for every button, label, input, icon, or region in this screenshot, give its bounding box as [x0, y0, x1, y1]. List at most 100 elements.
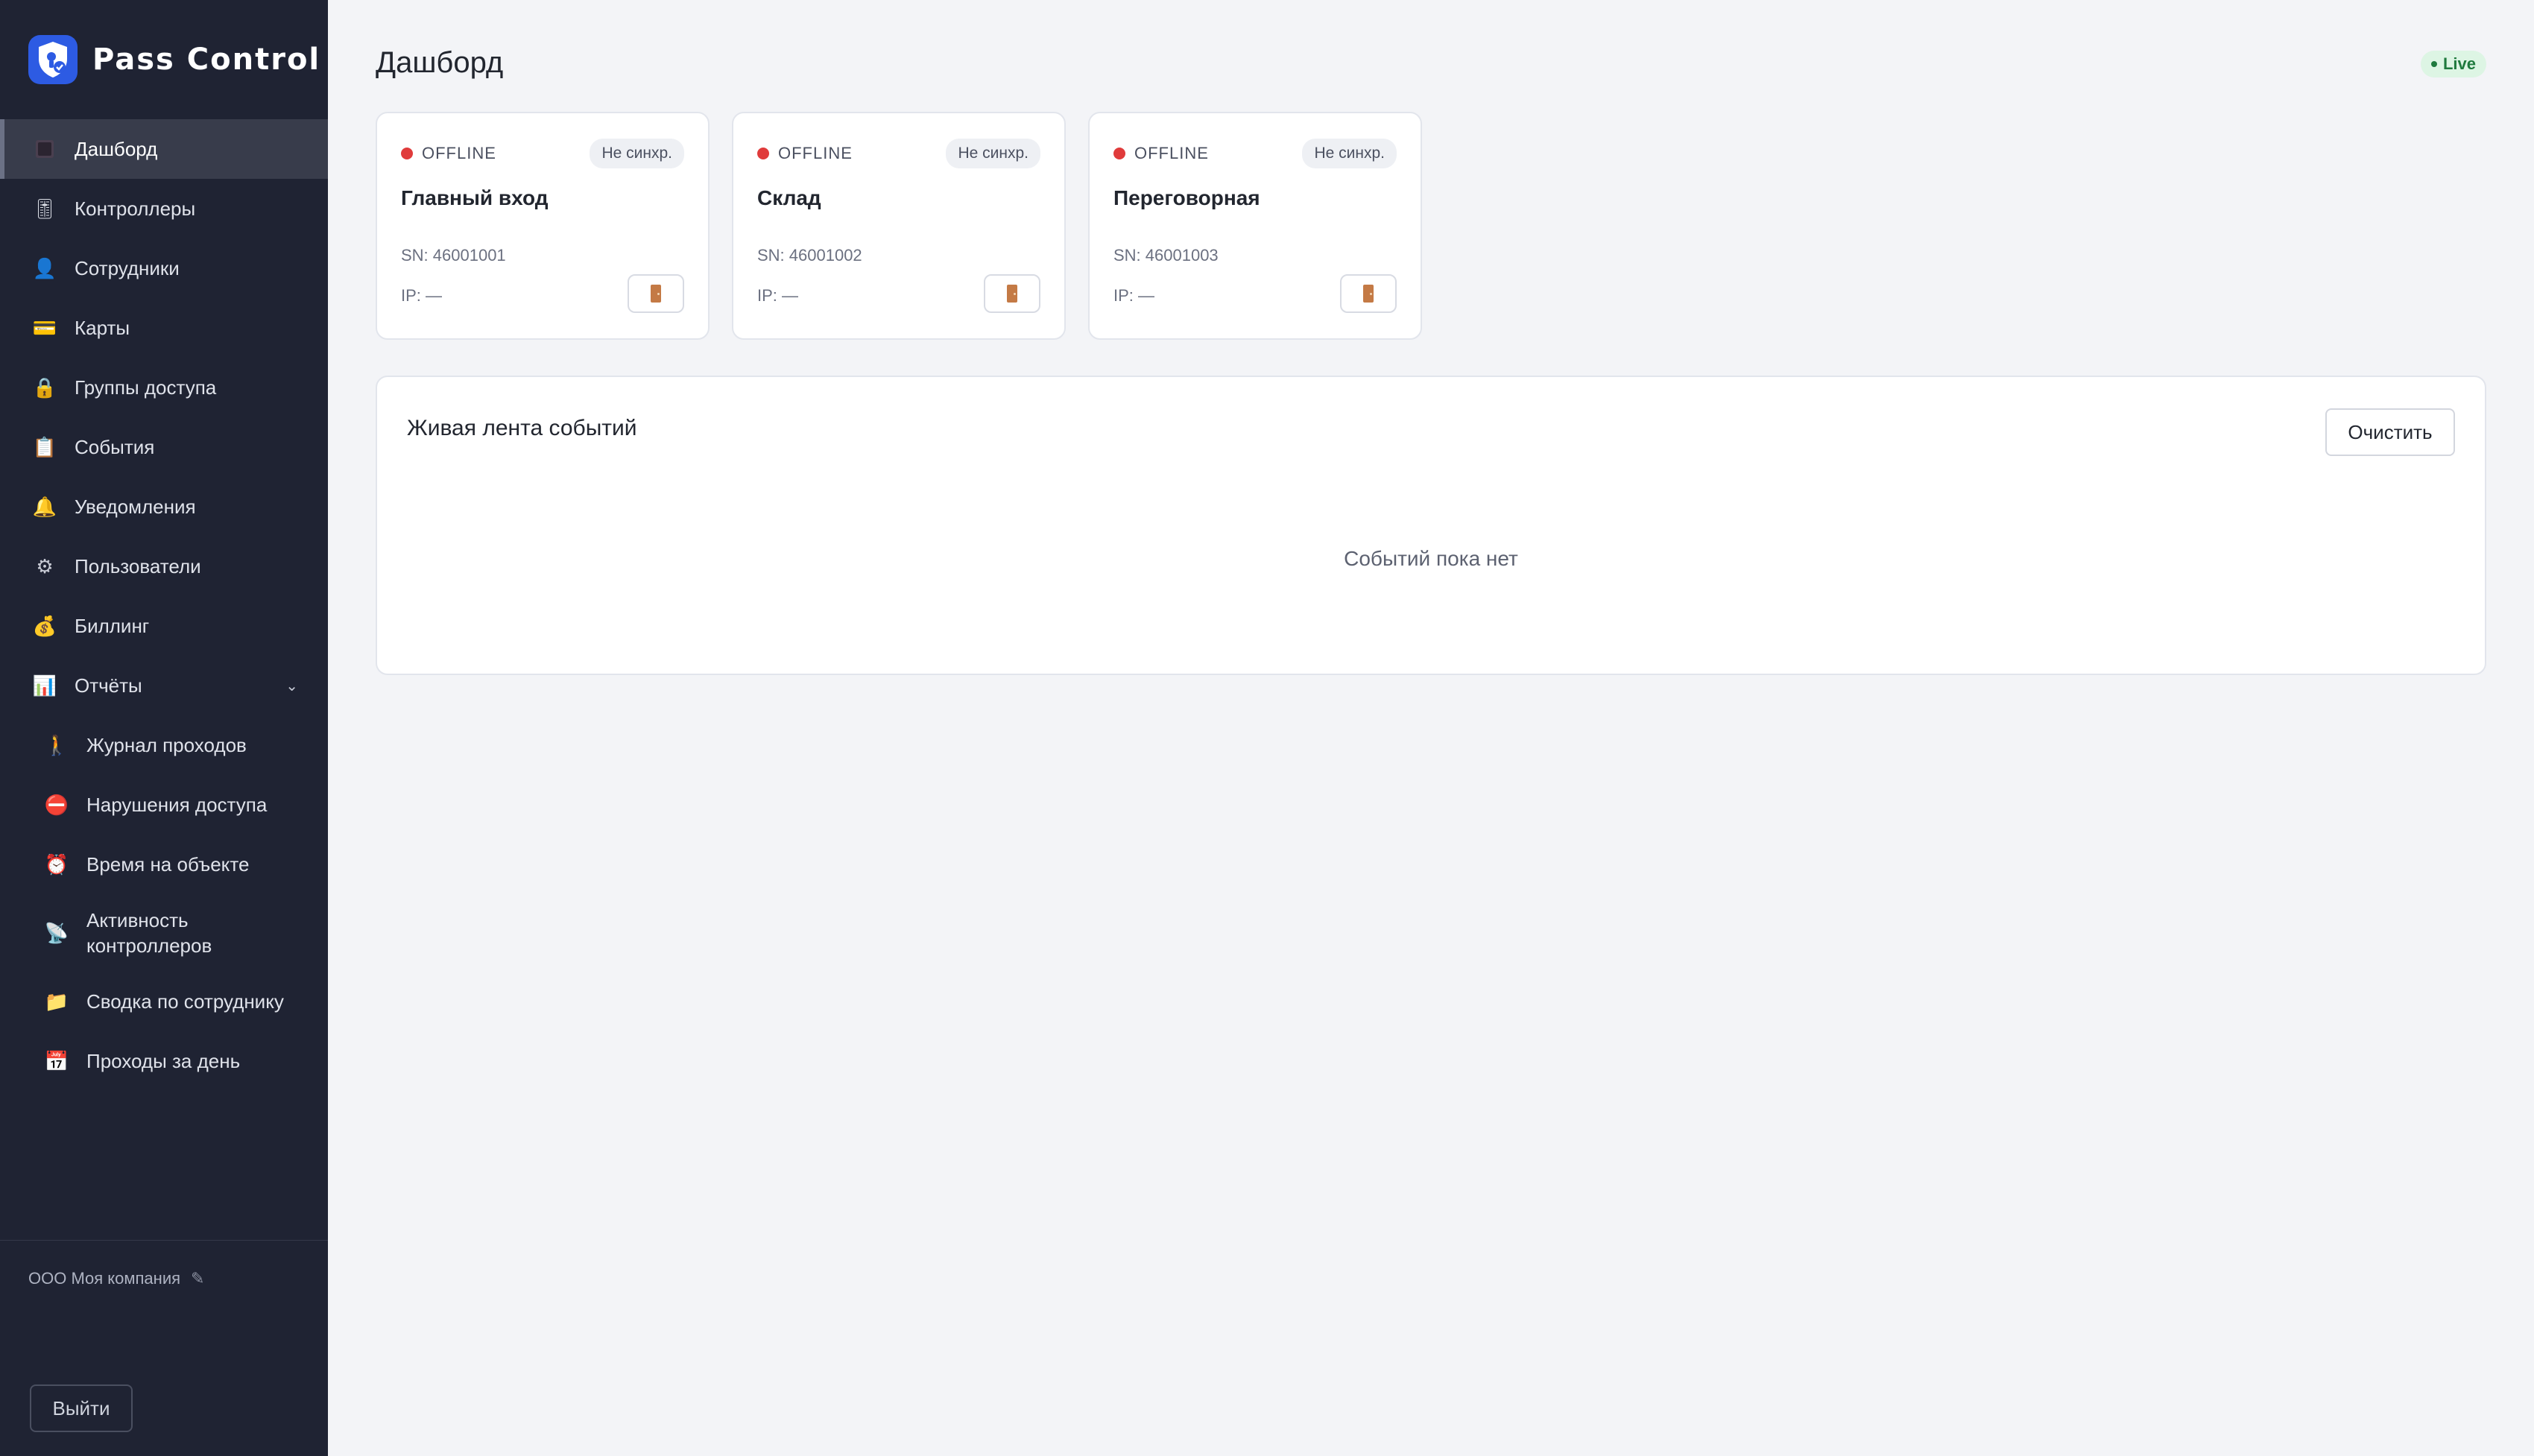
sidebar-item-label: Проходы за день	[86, 1049, 241, 1072]
brand-title: Pass Control	[92, 42, 321, 77]
sidebar-item-label: Биллинг	[75, 614, 150, 637]
clear-feed-button[interactable]: Очистить	[2325, 408, 2455, 456]
controller-icon: 🎚	[32, 197, 57, 220]
bell-icon: 🔔	[32, 495, 57, 518]
sidebar-item-label: Журнал проходов	[86, 733, 247, 756]
controller-ip: IP: —	[1113, 286, 1155, 305]
open-door-button[interactable]	[628, 274, 684, 313]
offline-status-icon	[757, 148, 769, 159]
controller-ip: IP: —	[401, 286, 443, 305]
main-content: Дашборд Live OFFLINE Не синхр. Главный в…	[328, 0, 2534, 1456]
company-name[interactable]: ООО Моя компания ✎	[28, 1269, 300, 1288]
open-door-button[interactable]	[984, 274, 1040, 313]
sidebar-item-label: Сводка по сотруднику	[86, 990, 284, 1013]
sidebar-item-label: Контроллеры	[75, 197, 196, 220]
company-label: ООО Моя компания	[28, 1269, 181, 1288]
live-dot-icon	[2430, 61, 2437, 67]
feed-title: Живая лента событий	[407, 416, 637, 440]
card-header: OFFLINE Не синхр.	[1113, 137, 1397, 170]
sidebar-item-label: Пользователи	[75, 554, 201, 577]
offline-status-icon	[401, 148, 413, 159]
logout-button[interactable]: Выйти	[30, 1384, 133, 1432]
controller-name: Склад	[757, 186, 821, 209]
status-text: OFFLINE	[778, 144, 853, 162]
sidebar-item-label: Дашборд	[75, 137, 158, 160]
chevron-down-icon[interactable]: ⌄	[285, 677, 298, 695]
card-header: OFFLINE Не синхр.	[401, 137, 684, 170]
sidebar-item-employees[interactable]: 👤 Сотрудники	[0, 238, 328, 298]
bar-chart-icon: 📊	[32, 674, 57, 697]
sidebar-item-billing[interactable]: 💰 Биллинг	[0, 596, 328, 656]
sidebar: Pass Control Дашборд 🎚 Контроллеры 👤 Сот…	[0, 0, 328, 1456]
controller-ip: IP: —	[757, 286, 799, 305]
offline-status-icon	[1113, 148, 1125, 159]
sidebar-item-label: Время на объекте	[86, 852, 250, 876]
folder-icon: 📁	[44, 990, 69, 1013]
controller-card[interactable]: OFFLINE Не синхр. Склад SN: 46001002 IP:…	[732, 112, 1066, 340]
status-text: OFFLINE	[1134, 144, 1209, 162]
walking-person-icon: 🚶	[44, 733, 69, 756]
gear-icon: ⚙	[36, 554, 54, 577]
controller-serial: SN: 46001003	[1113, 246, 1219, 265]
sidebar-item-controllers[interactable]: 🎚 Контроллеры	[0, 179, 328, 238]
page-title: Дашборд	[376, 46, 504, 79]
alarm-clock-icon: ⏰	[44, 852, 69, 876]
controller-name: Главный вход	[401, 186, 549, 209]
sidebar-item-label: Карты	[75, 316, 130, 339]
door-icon	[1007, 285, 1017, 303]
sidebar-subitem-daily-passes[interactable]: 📅 Проходы за день	[0, 1031, 328, 1091]
sidebar-item-notifications[interactable]: 🔔 Уведомления	[0, 477, 328, 536]
sidebar-footer: ООО Моя компания ✎	[0, 1240, 328, 1288]
status-text: OFFLINE	[422, 144, 496, 162]
satellite-icon: 📡	[44, 922, 69, 944]
brand: Pass Control	[0, 0, 328, 119]
controller-card[interactable]: OFFLINE Не синхр. Переговорная SN: 46001…	[1088, 112, 1422, 340]
sidebar-nav: Дашборд 🎚 Контроллеры 👤 Сотрудники 💳 Кар…	[0, 119, 328, 1091]
shield-logo-icon	[28, 35, 78, 84]
live-label: Live	[2442, 54, 2476, 73]
sync-badge: Не синхр.	[1302, 139, 1397, 168]
sidebar-item-events[interactable]: 📋 События	[0, 417, 328, 477]
calendar-icon: 📅	[44, 1049, 69, 1072]
person-icon: 👤	[32, 256, 57, 279]
card-header: OFFLINE Не синхр.	[757, 137, 1040, 170]
sidebar-item-label: Отчёты	[75, 674, 142, 697]
sidebar-subitem-employee-summary[interactable]: 📁 Сводка по сотруднику	[0, 972, 328, 1031]
controller-cards: OFFLINE Не синхр. Главный вход SN: 46001…	[376, 112, 1422, 340]
live-status-badge: Live	[2420, 51, 2486, 77]
sidebar-item-users[interactable]: ⚙ Пользователи	[0, 536, 328, 596]
sync-badge: Не синхр.	[590, 139, 684, 168]
feed-empty-state: Событий пока нет	[1344, 547, 1518, 570]
sidebar-item-reports[interactable]: 📊 Отчёты ⌄	[0, 656, 328, 715]
open-door-button[interactable]	[1340, 274, 1397, 313]
sidebar-item-label: Активность контроллеров	[86, 909, 212, 957]
controller-card[interactable]: OFFLINE Не синхр. Главный вход SN: 46001…	[376, 112, 710, 340]
live-event-feed: Живая лента событий Очистить Событий пок…	[376, 376, 2486, 675]
no-entry-icon: ⛔	[44, 793, 69, 816]
controller-serial: SN: 46001002	[757, 246, 862, 265]
sidebar-item-cards[interactable]: 💳 Карты	[0, 298, 328, 358]
app: Pass Control Дашборд 🎚 Контроллеры 👤 Сот…	[0, 0, 2534, 1456]
sidebar-subitem-pass-log[interactable]: 🚶 Журнал проходов	[0, 715, 328, 775]
card-icon: 💳	[32, 316, 57, 339]
sidebar-subitem-time-on-site[interactable]: ⏰ Время на объекте	[0, 835, 328, 894]
pencil-icon[interactable]: ✎	[191, 1269, 204, 1288]
clipboard-icon: 📋	[32, 435, 57, 458]
sidebar-item-label: Группы доступа	[75, 376, 217, 399]
sidebar-item-label: События	[75, 435, 155, 458]
money-bag-icon: 💰	[32, 614, 57, 637]
sidebar-item-dashboard[interactable]: Дашборд	[0, 119, 328, 179]
sidebar-item-access-groups[interactable]: 🔒 Группы доступа	[0, 358, 328, 417]
sidebar-item-label: Нарушения доступа	[86, 793, 268, 816]
door-icon	[651, 285, 661, 303]
controller-serial: SN: 46001001	[401, 246, 506, 265]
sidebar-item-label: Уведомления	[75, 495, 196, 518]
sidebar-subitem-access-violations[interactable]: ⛔ Нарушения доступа	[0, 775, 328, 835]
sidebar-item-label: Сотрудники	[75, 256, 180, 279]
sidebar-subitem-controller-activity[interactable]: 📡 Активность контроллеров	[0, 894, 328, 972]
lock-icon: 🔒	[32, 376, 57, 399]
controller-name: Переговорная	[1113, 186, 1260, 209]
sync-badge: Не синхр.	[946, 139, 1040, 168]
door-icon	[1363, 285, 1374, 303]
dashboard-icon	[31, 136, 58, 162]
